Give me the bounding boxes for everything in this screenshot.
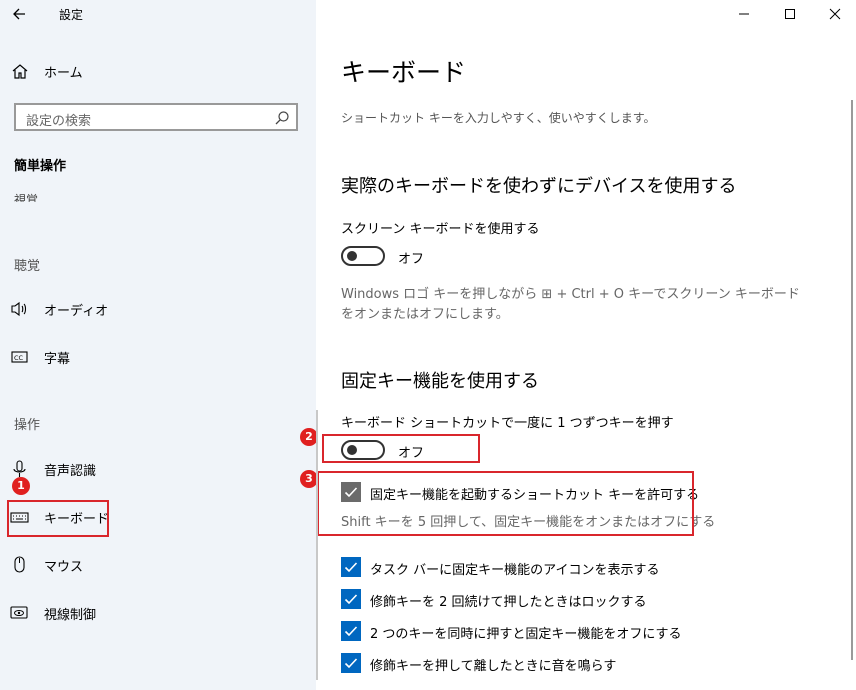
sticky-toggle-label: キーボード ショートカットで一度に 1 つずつキーを押す [341, 416, 674, 431]
main-content: キーボード ショートカット キーを入力しやすく、使いやすくします。 実際のキーボ… [300, 0, 856, 690]
maximize-icon[interactable] [780, 4, 800, 24]
section-heading-partial: 視覚 [14, 193, 39, 202]
annotation-badge-1: 1 [12, 477, 30, 495]
section-heading-sticky-keys: 固定キー機能を使用する [341, 371, 539, 392]
speaker-icon [10, 300, 30, 318]
section-heading: 聴覚 [14, 259, 41, 274]
onscreen-toggle-label: スクリーン キーボードを使用する [341, 222, 540, 237]
home-icon [10, 62, 30, 80]
two-keys-off-checkbox[interactable] [341, 621, 361, 641]
play-sound-label: 修飾キーを押して離したときに音を鳴らす [370, 659, 617, 674]
sidebar-item-label: 音声認識 [44, 464, 97, 479]
highlight-box-toggle [322, 434, 480, 463]
window-title: 設定 [59, 8, 84, 22]
sidebar-item-home[interactable]: ホーム [0, 53, 316, 89]
lock-modifier-checkbox[interactable] [341, 589, 361, 609]
page-description: ショートカット キーを入力しやすく、使いやすくします。 [341, 111, 656, 125]
microphone-icon [10, 460, 30, 478]
sidebar: 設定 ホーム 設定の検索 簡単操作 視覚 聴覚 オーディオ CC 字幕 操作 音… [0, 0, 316, 690]
highlight-box-shortcut [317, 471, 694, 536]
section-heading-onscreen: 実際のキーボードを使わずにデバイスを使用する [341, 176, 737, 197]
lock-modifier-label: 修飾キーを 2 回続けて押したときはロックする [370, 595, 647, 610]
content-divider [316, 410, 318, 680]
sidebar-item-eye-control[interactable]: 視線制御 [0, 595, 316, 631]
mouse-icon [10, 556, 30, 574]
minimize-icon[interactable] [734, 4, 754, 24]
highlight-box-keyboard [7, 500, 109, 537]
taskbar-icon-label: タスク バーに固定キー機能のアイコンを表示する [370, 563, 660, 578]
sidebar-item-mouse[interactable]: マウス [0, 547, 316, 583]
sidebar-item-label: ホーム [44, 66, 83, 81]
scrollbar[interactable] [851, 100, 853, 660]
sidebar-item-speech[interactable]: 音声認識 [0, 451, 316, 487]
sidebar-item-label: 視線制御 [44, 608, 97, 623]
toggle-knob [347, 251, 357, 261]
page-title: キーボード [341, 58, 467, 87]
back-arrow-icon[interactable] [8, 2, 32, 26]
taskbar-icon-checkbox[interactable] [341, 557, 361, 577]
eye-icon [10, 604, 30, 622]
onscreen-shortcut-note: Windows ロゴ キーを押しながら ⊞ + Ctrl + O キーでスクリー… [341, 287, 800, 322]
close-icon[interactable] [825, 4, 845, 24]
search-placeholder: 設定の検索 [26, 114, 92, 129]
sidebar-item-label: マウス [44, 560, 84, 575]
sidebar-item-label: オーディオ [44, 304, 109, 319]
sidebar-item-label: 字幕 [44, 352, 71, 367]
search-icon[interactable] [274, 110, 290, 126]
section-heading: 操作 [14, 418, 41, 433]
sidebar-item-captions[interactable]: CC 字幕 [0, 339, 316, 375]
two-keys-off-label: 2 つのキーを同時に押すと固定キー機能をオフにする [370, 627, 682, 642]
onscreen-keyboard-toggle[interactable] [341, 246, 385, 266]
svg-text:CC: CC [14, 354, 24, 362]
search-input[interactable]: 設定の検索 [14, 103, 298, 131]
section-heading: 簡単操作 [14, 159, 67, 174]
closed-caption-icon: CC [10, 348, 30, 366]
play-sound-checkbox[interactable] [341, 653, 361, 673]
sidebar-item-audio[interactable]: オーディオ [0, 291, 316, 327]
onscreen-toggle-state: オフ [398, 252, 425, 267]
